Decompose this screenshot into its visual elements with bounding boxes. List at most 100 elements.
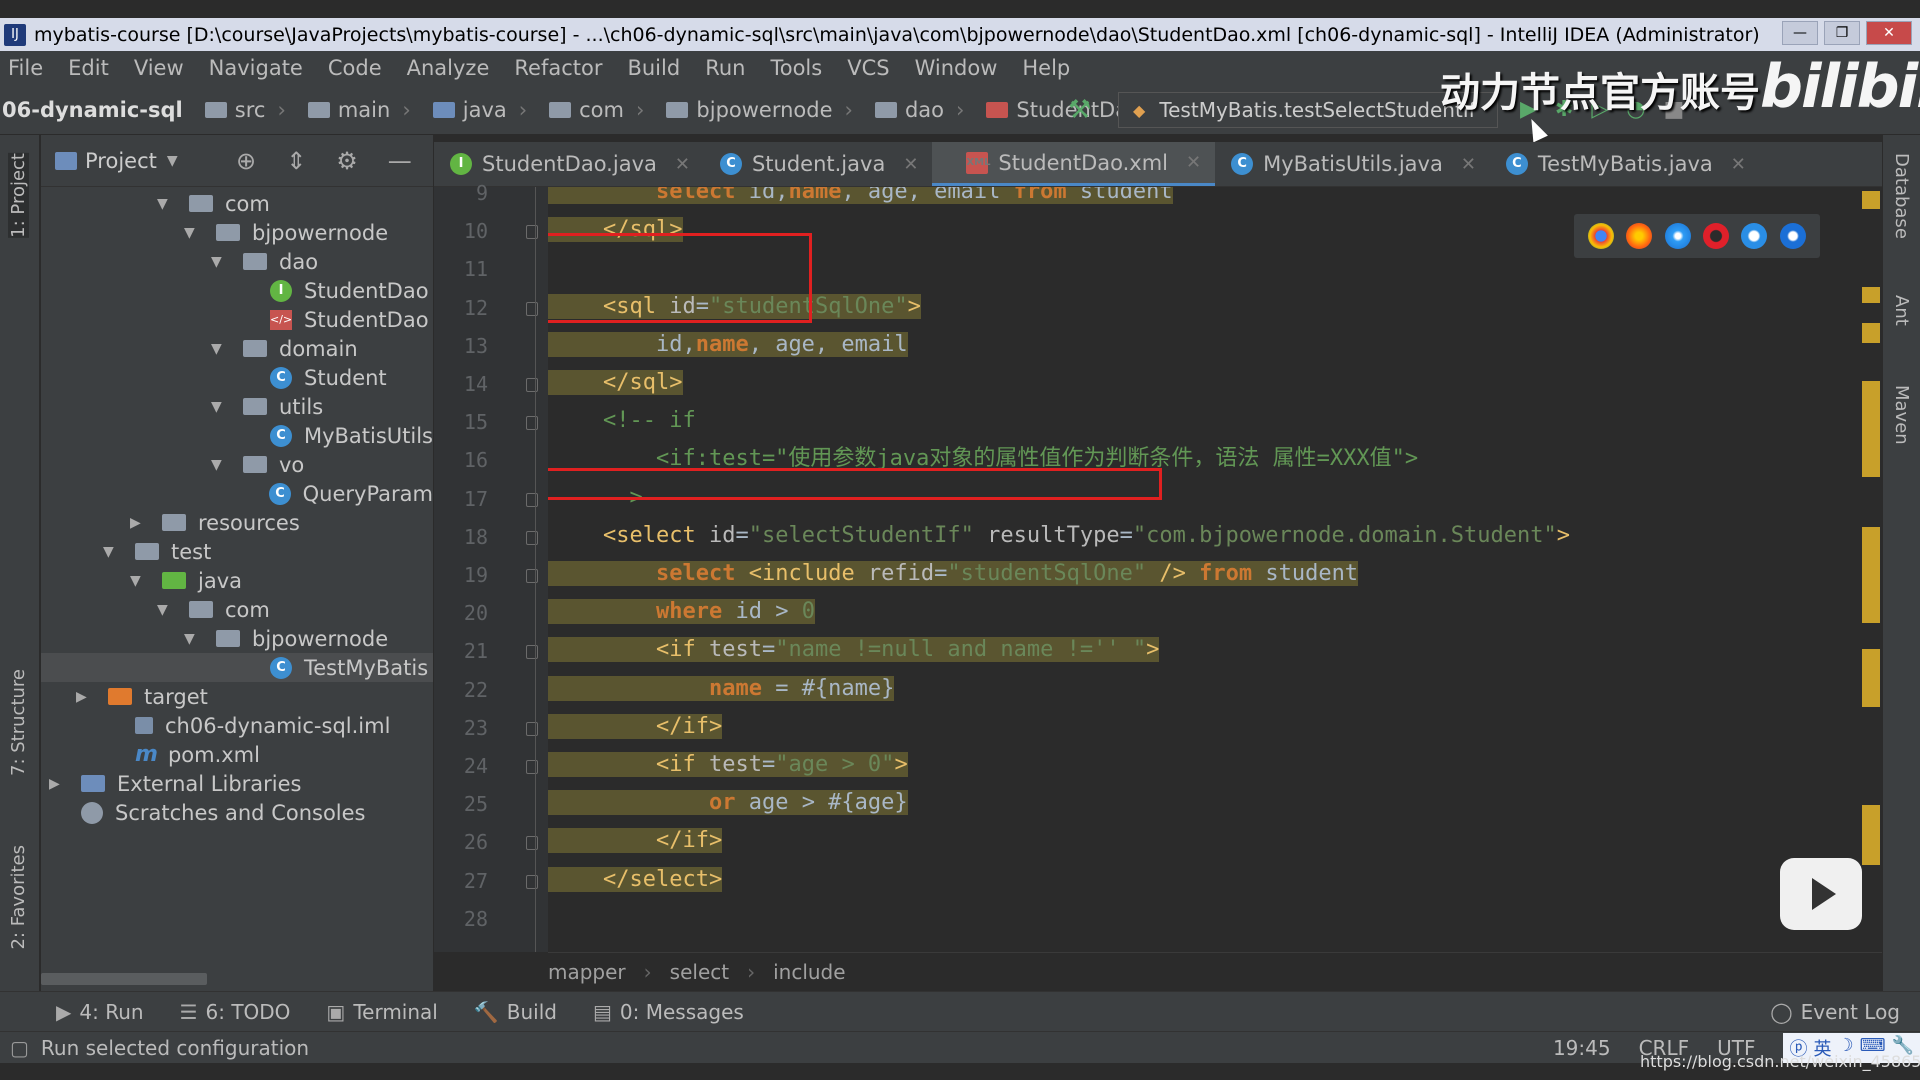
breadcrumb-select[interactable]: select bbox=[670, 960, 729, 984]
code-editor[interactable]: </select> </if> or age > #{age} <if test… bbox=[548, 187, 1880, 952]
expand-arrow-icon[interactable]: ▼ bbox=[211, 341, 229, 357]
marker[interactable] bbox=[1862, 323, 1880, 343]
breadcrumb-mapper[interactable]: mapper bbox=[548, 960, 626, 984]
tree-node-vo[interactable]: ▼ vo bbox=[41, 450, 433, 479]
fold-marker-icon[interactable] bbox=[526, 760, 538, 774]
tree-node-bjpowernode[interactable]: ▼ bjpowernode bbox=[41, 624, 433, 653]
tree-node-java[interactable]: ▼ java bbox=[41, 566, 433, 595]
menu-tools[interactable]: Tools bbox=[770, 56, 822, 80]
fold-marker-icon[interactable] bbox=[526, 378, 538, 392]
marker[interactable] bbox=[1862, 381, 1880, 477]
event-log-button[interactable]: ◯ Event Log bbox=[1770, 1000, 1900, 1024]
tree-node-student[interactable]: C Student bbox=[41, 363, 433, 392]
nav-crumb-main[interactable]: main › bbox=[286, 98, 411, 122]
tool-window-database[interactable]: Database bbox=[1891, 153, 1912, 239]
expand-arrow-icon[interactable]: ▼ bbox=[157, 196, 175, 212]
menu-vcs[interactable]: VCS bbox=[847, 56, 889, 80]
tree-node-external-libraries[interactable]: ▶ External Libraries bbox=[41, 769, 433, 798]
tree-node-scratches-and-consoles[interactable]: Scratches and Consoles bbox=[41, 798, 433, 827]
collapse-arrow-icon[interactable]: ▶ bbox=[49, 776, 67, 792]
expand-arrow-icon[interactable]: ▼ bbox=[103, 544, 121, 560]
menu-navigate[interactable]: Navigate bbox=[209, 56, 303, 80]
marker[interactable] bbox=[1862, 287, 1880, 303]
tree-node-bjpowernode[interactable]: ▼ bjpowernode bbox=[41, 218, 433, 247]
firefox-icon[interactable] bbox=[1626, 223, 1653, 249]
tree-node-com[interactable]: ▼ com bbox=[41, 189, 433, 218]
fold-marker-icon[interactable] bbox=[526, 836, 538, 851]
chrome-icon[interactable] bbox=[1588, 223, 1615, 249]
locate-icon[interactable]: ⊕ bbox=[236, 147, 256, 175]
project-view-select[interactable]: Project bbox=[85, 149, 157, 173]
internet-explorer-icon[interactable] bbox=[1741, 223, 1768, 249]
close-tab-icon[interactable]: ✕ bbox=[1186, 152, 1201, 173]
fold-marker-icon[interactable] bbox=[526, 492, 538, 507]
build-hammer-icon[interactable]: ⚒ bbox=[1068, 95, 1091, 125]
close-button[interactable]: ✕ bbox=[1866, 21, 1912, 45]
tree-node-queryparam[interactable]: C QueryParam bbox=[41, 479, 433, 508]
close-tab-icon[interactable]: ✕ bbox=[675, 154, 690, 175]
tree-node-dao[interactable]: ▼ dao bbox=[41, 247, 433, 276]
restore-button[interactable]: ❐ bbox=[1824, 21, 1860, 45]
nav-crumb-bjpowernode[interactable]: bjpowernode › bbox=[644, 98, 853, 122]
nav-crumb-com[interactable]: com › bbox=[527, 98, 644, 122]
chevron-down-icon[interactable]: ▼ bbox=[167, 153, 178, 169]
nav-project[interactable]: 06-dynamic-sql bbox=[0, 98, 183, 122]
tool-window-ant[interactable]: Ant bbox=[1891, 295, 1912, 326]
expand-arrow-icon[interactable]: ▼ bbox=[211, 254, 229, 270]
menu-help[interactable]: Help bbox=[1022, 56, 1070, 80]
video-play-icon[interactable] bbox=[1780, 858, 1862, 930]
nav-crumb-src[interactable]: src › bbox=[183, 98, 286, 122]
hide-panel-icon[interactable]: — bbox=[388, 147, 412, 175]
tree-node-test[interactable]: ▼ test bbox=[41, 537, 433, 566]
fold-marker-icon[interactable] bbox=[526, 416, 538, 431]
safari-icon[interactable] bbox=[1664, 223, 1691, 249]
tab-testmybatis-java[interactable]: C TestMyBatis.java ✕ bbox=[1490, 142, 1760, 186]
menu-code[interactable]: Code bbox=[328, 56, 382, 80]
expand-arrow-icon[interactable]: ▼ bbox=[184, 225, 202, 241]
tree-node-resources[interactable]: ▶ resources bbox=[41, 508, 433, 537]
close-tab-icon[interactable]: ✕ bbox=[903, 154, 918, 175]
expand-arrow-icon[interactable]: ▼ bbox=[157, 602, 175, 618]
fold-marker-icon[interactable] bbox=[526, 721, 538, 736]
tree-node-testmybatis[interactable]: C TestMyBatis bbox=[41, 653, 433, 682]
tab-mybatisutils-java[interactable]: C MyBatisUtils.java ✕ bbox=[1215, 142, 1490, 186]
tool-window-favorites[interactable]: 2: Favorites bbox=[8, 845, 29, 950]
nav-crumb-dao[interactable]: dao › bbox=[853, 98, 964, 122]
collapse-arrow-icon[interactable]: ▶ bbox=[76, 689, 94, 705]
horizontal-scrollbar[interactable] bbox=[41, 973, 207, 985]
menu-window[interactable]: Window bbox=[915, 56, 998, 80]
tree-node-utils[interactable]: ▼ utils bbox=[41, 392, 433, 421]
menu-file[interactable]: File bbox=[8, 56, 43, 80]
edge-icon[interactable] bbox=[1779, 223, 1806, 249]
tree-node-studentdao[interactable]: </> StudentDao bbox=[41, 305, 433, 334]
menu-run[interactable]: Run bbox=[705, 56, 745, 80]
fold-marker-icon[interactable] bbox=[526, 225, 538, 240]
expand-arrow-icon[interactable]: ▼ bbox=[130, 573, 148, 589]
tab-studentdao-java[interactable]: I StudentDao.java ✕ bbox=[434, 142, 704, 186]
fold-marker-icon[interactable] bbox=[526, 530, 538, 545]
opera-icon[interactable] bbox=[1703, 223, 1730, 249]
close-tab-icon[interactable]: ✕ bbox=[1461, 154, 1476, 175]
status-toggle-icon[interactable]: ▢ bbox=[10, 1036, 29, 1060]
tree-node-domain[interactable]: ▼ domain bbox=[41, 334, 433, 363]
tool-window-project[interactable]: 1: Project bbox=[8, 153, 29, 238]
marker[interactable] bbox=[1862, 649, 1880, 707]
fold-marker-icon[interactable] bbox=[526, 645, 538, 660]
tree-node-com[interactable]: ▼ com bbox=[41, 595, 433, 624]
collapse-arrow-icon[interactable]: ▶ bbox=[130, 515, 148, 531]
collapse-all-icon[interactable]: ⇕ bbox=[286, 147, 306, 175]
menu-analyze[interactable]: Analyze bbox=[407, 56, 490, 80]
tab-student-java[interactable]: C Student.java ✕ bbox=[704, 142, 932, 186]
tool-window-structure[interactable]: 7: Structure bbox=[8, 669, 29, 776]
minimize-button[interactable]: — bbox=[1782, 21, 1818, 45]
marker[interactable] bbox=[1862, 805, 1880, 865]
expand-arrow-icon[interactable]: ▼ bbox=[211, 457, 229, 473]
fold-marker-icon[interactable] bbox=[526, 301, 538, 316]
tree-node-target[interactable]: ▶ target bbox=[41, 682, 433, 711]
tab-studentdao-xml[interactable]: XML StudentDao.xml ✕ bbox=[932, 142, 1216, 186]
terminal-tool-button[interactable]: ▣ Terminal bbox=[326, 1000, 437, 1024]
gear-icon[interactable]: ⚙ bbox=[336, 147, 358, 175]
menu-build[interactable]: Build bbox=[627, 56, 680, 80]
tree-node-mybatisutils[interactable]: C MyBatisUtils bbox=[41, 421, 433, 450]
breadcrumb-include[interactable]: include bbox=[773, 960, 845, 984]
